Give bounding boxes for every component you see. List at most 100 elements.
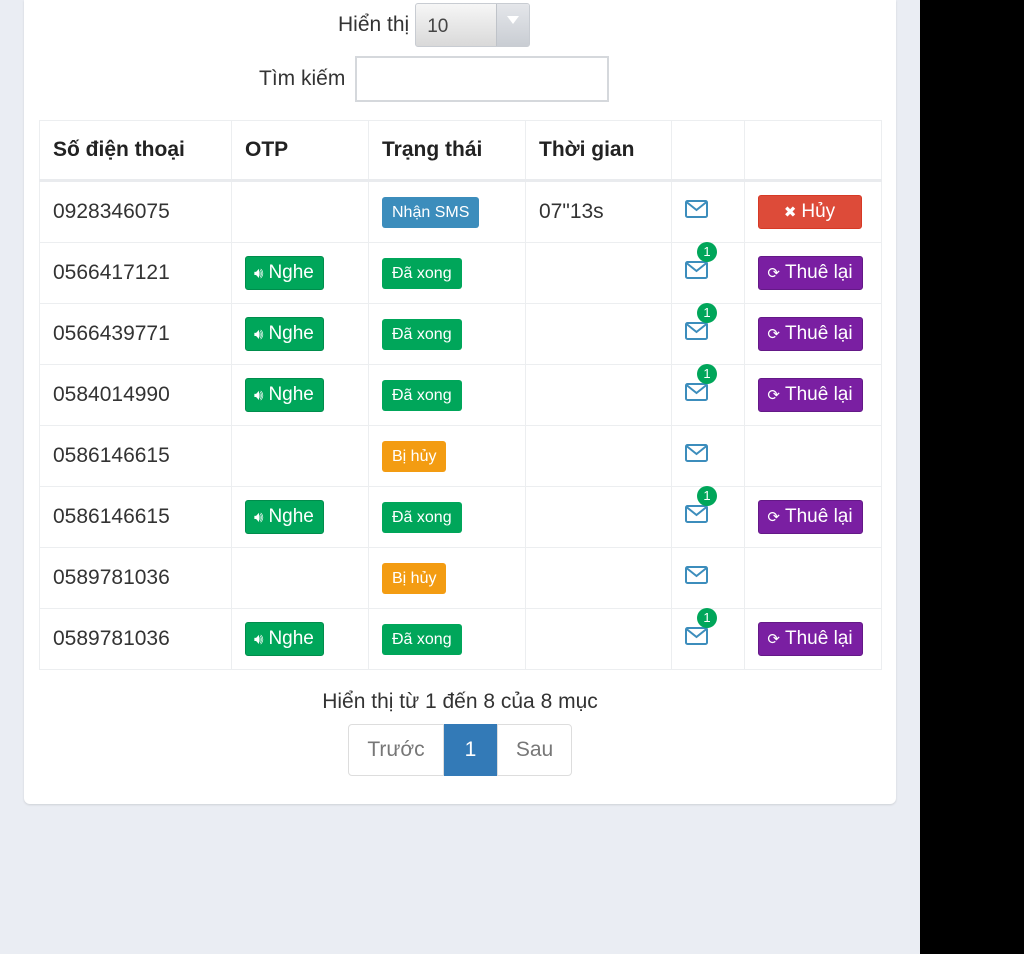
volume-icon: 🔊︎ <box>254 508 264 526</box>
status-cell: Bị hủy <box>368 547 526 609</box>
envelope-icon[interactable]: 1 <box>685 242 717 279</box>
page-length-label: Hiển thị <box>338 13 410 36</box>
time-cell: 07"13s <box>525 180 672 243</box>
phone-cell: 0566439771 <box>39 303 232 365</box>
mail-cell <box>671 425 745 487</box>
time-cell <box>525 486 672 548</box>
table-info: Hiển thị từ 1 đến 8 của 8 mục <box>322 690 598 713</box>
envelope-icon[interactable] <box>685 444 709 462</box>
table-row: 0586146615 🔊︎ Nghe Đã xong 1 ⟳ Thuê lại <box>39 486 882 548</box>
column-header-status[interactable]: Trạng thái <box>368 120 526 182</box>
status-badge: Đã xong <box>382 501 462 533</box>
phone-cell: 0586146615 <box>39 486 232 548</box>
refresh-icon: ⟳ <box>767 509 780 526</box>
status-badge: Đã xong <box>382 318 462 350</box>
action-cell: ⟳ Thuê lại <box>744 608 882 670</box>
listen-otp-label: Nghe <box>268 506 314 527</box>
pagination-prev-button[interactable]: Trước <box>348 724 444 776</box>
rent-again-button[interactable]: ⟳ Thuê lại <box>758 622 863 656</box>
envelope-icon[interactable] <box>685 200 709 218</box>
phone-cell: 0566417121 <box>39 242 232 304</box>
message-count-badge: 1 <box>697 242 717 262</box>
times-icon: ✖ <box>783 204 797 221</box>
envelope-icon[interactable]: 1 <box>685 608 717 645</box>
refresh-icon: ⟳ <box>767 265 780 282</box>
pagination-page-button[interactable]: 1 <box>444 724 497 776</box>
status-badge: Đã xong <box>382 623 462 655</box>
action-cell <box>744 547 882 609</box>
mail-cell <box>671 547 745 609</box>
envelope-icon[interactable]: 1 <box>685 303 717 340</box>
phone-cell: 0589781036 <box>39 608 232 670</box>
rentals-table: Số điện thoại OTP Trạng thái Thời gian 0… <box>39 120 882 670</box>
action-cell: ⟳ Thuê lại <box>744 486 882 548</box>
phone-cell: 0589781036 <box>39 547 232 609</box>
table-row: 0584014990 🔊︎ Nghe Đã xong 1 ⟳ Thuê lại <box>39 364 882 426</box>
status-badge: Bị hủy <box>382 440 447 472</box>
mail-cell: 1 <box>671 486 745 548</box>
envelope-icon[interactable] <box>685 566 709 584</box>
envelope-icon[interactable]: 1 <box>685 364 717 401</box>
rent-again-button[interactable]: ⟳ Thuê lại <box>758 378 863 412</box>
action-label: Thuê lại <box>784 323 853 344</box>
rent-again-button[interactable]: ⟳ Thuê lại <box>758 317 863 351</box>
column-header-phone[interactable]: Số điện thoại <box>39 120 232 182</box>
action-cell: ⟳ Thuê lại <box>744 242 882 304</box>
status-cell: Đã xong <box>368 486 526 548</box>
page-length-control: Hiển thị 10 <box>338 2 531 48</box>
black-edge <box>920 0 1024 954</box>
refresh-icon: ⟳ <box>767 631 780 648</box>
mail-cell: 1 <box>671 242 745 304</box>
phone-cell: 0584014990 <box>39 364 232 426</box>
search-input[interactable] <box>355 56 610 102</box>
rent-again-button[interactable]: ⟳ Thuê lại <box>758 500 863 534</box>
mail-cell <box>671 180 745 243</box>
table-row: 0589781036 Bị hủy <box>39 547 882 609</box>
listen-otp-button[interactable]: 🔊︎ Nghe <box>245 317 324 351</box>
time-cell <box>525 303 672 365</box>
time-cell <box>525 608 672 670</box>
mail-cell: 1 <box>671 364 745 426</box>
time-cell <box>525 242 672 304</box>
action-cell <box>744 425 882 487</box>
rent-again-button[interactable]: ⟳ Thuê lại <box>758 256 863 290</box>
status-cell: Bị hủy <box>368 425 526 487</box>
status-cell: Đã xong <box>368 242 526 304</box>
volume-icon: 🔊︎ <box>254 264 264 282</box>
listen-otp-label: Nghe <box>268 323 314 344</box>
action-cell: ✖ Hủy <box>744 180 882 243</box>
action-cell: ⟳ Thuê lại <box>744 364 882 426</box>
time-cell <box>525 425 672 487</box>
table-body: 0928346075 Nhận SMS 07"13s ✖ Hủy 0566417121 🔊︎… <box>39 180 882 670</box>
listen-otp-button[interactable]: 🔊︎ Nghe <box>245 500 324 534</box>
otp-cell: 🔊︎ Nghe <box>231 608 369 670</box>
status-cell: Đã xong <box>368 608 526 670</box>
status-cell: Đã xong <box>368 303 526 365</box>
listen-otp-button[interactable]: 🔊︎ Nghe <box>245 622 324 656</box>
status-badge: Nhận SMS <box>382 196 480 228</box>
column-header-otp[interactable]: OTP <box>231 120 369 182</box>
otp-cell <box>231 425 369 487</box>
action-cell: ⟳ Thuê lại <box>744 303 882 365</box>
status-cell: Nhận SMS <box>368 180 526 243</box>
cancel-button[interactable]: ✖ Hủy <box>758 195 862 229</box>
search-label: Tìm kiếm <box>259 67 346 90</box>
status-badge: Đã xong <box>382 379 462 411</box>
refresh-icon: ⟳ <box>767 326 780 343</box>
listen-otp-button[interactable]: 🔊︎ Nghe <box>245 378 324 412</box>
otp-cell: 🔊︎ Nghe <box>231 242 369 304</box>
listen-otp-label: Nghe <box>268 384 314 405</box>
pagination-next-button[interactable]: Sau <box>497 724 572 776</box>
listen-otp-label: Nghe <box>268 262 314 283</box>
page-length-select[interactable]: 10 <box>415 3 531 47</box>
listen-otp-button[interactable]: 🔊︎ Nghe <box>245 256 324 290</box>
action-label: Thuê lại <box>784 262 853 283</box>
status-badge: Bị hủy <box>382 562 447 594</box>
otp-cell: 🔊︎ Nghe <box>231 303 369 365</box>
page-length-value: 10 <box>427 16 449 37</box>
table-row: 0566417121 🔊︎ Nghe Đã xong 1 ⟳ Thuê lại <box>39 242 882 304</box>
message-count-badge: 1 <box>697 486 717 506</box>
column-header-time[interactable]: Thời gian <box>525 120 672 182</box>
listen-otp-label: Nghe <box>268 628 314 649</box>
envelope-icon[interactable]: 1 <box>685 486 717 523</box>
